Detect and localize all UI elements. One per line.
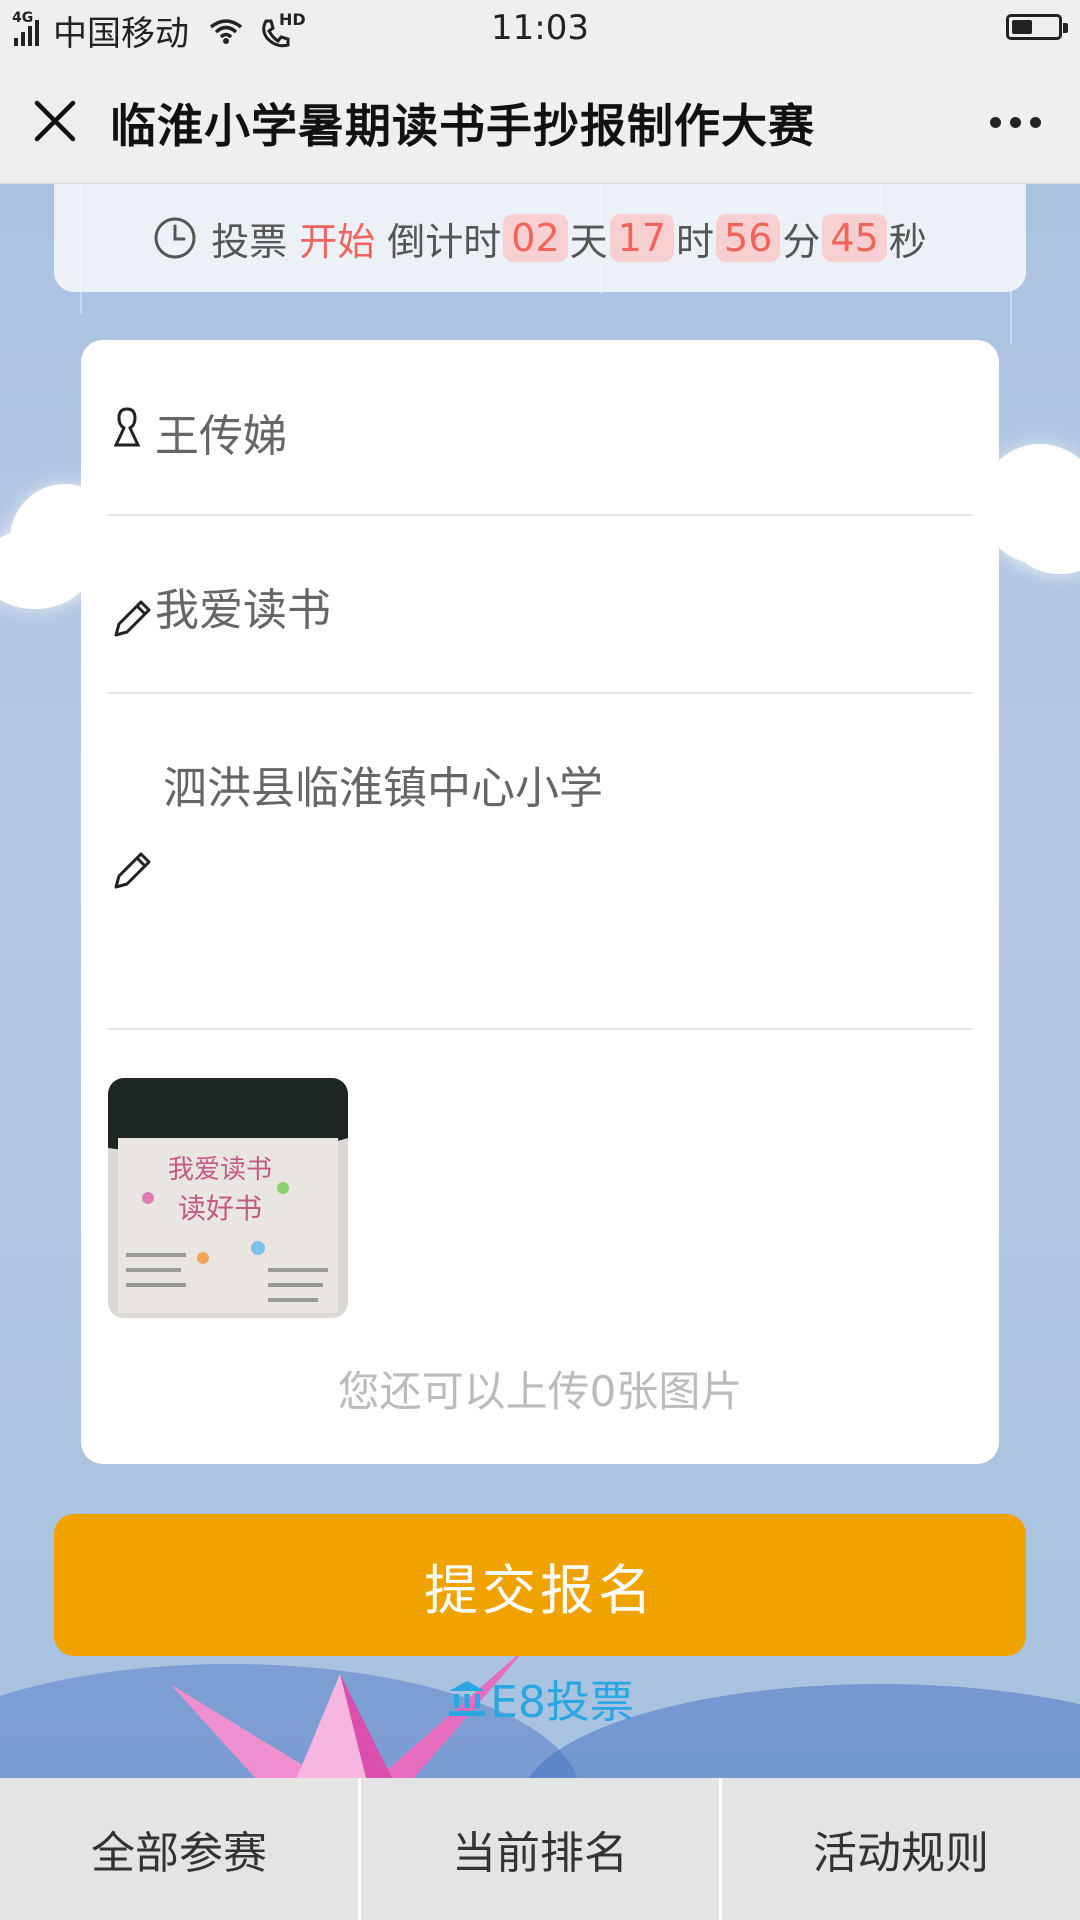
name-field-value: 王传娣 xyxy=(155,411,287,462)
pencil-icon xyxy=(114,600,151,637)
work-title-field[interactable]: 我爱读书 xyxy=(107,516,973,694)
countdown-minutes-unit: 分 xyxy=(782,219,821,264)
status-bar: 4G 中国移动 HD 11:03 xyxy=(0,0,1080,58)
person-icon xyxy=(113,407,141,447)
countdown-hours: 17 xyxy=(609,214,674,262)
battery-icon xyxy=(1006,14,1068,40)
page-title: 临淮小学暑期读书手抄报制作大赛 xyxy=(110,99,815,153)
submit-signup-button[interactable]: 提交报名 xyxy=(54,1514,1026,1656)
brand-link[interactable]: E8投票 xyxy=(0,1666,1080,1730)
countdown-hours-unit: 时 xyxy=(676,219,715,264)
bottom-tab-bar: 全部参赛 当前排名 活动规则 xyxy=(0,1778,1080,1920)
more-dot-icon xyxy=(1029,116,1041,128)
upload-hint: 您还可以上传0张图片 xyxy=(337,1367,743,1416)
pencil-icon xyxy=(114,852,151,889)
signup-form-card: 王传娣 我爱读书 泗洪县临淮镇中心小学 我爱读书 读好书 您还可以上传0张图片 xyxy=(81,340,999,1464)
more-dot-icon xyxy=(989,116,1001,128)
countdown-seconds-unit: 秒 xyxy=(888,219,927,264)
countdown-prefix: 投票 xyxy=(211,219,288,264)
brand-label: E8投票 xyxy=(490,1677,634,1728)
countdown-days: 02 xyxy=(503,214,568,262)
svg-text:读好书: 读好书 xyxy=(178,1192,262,1225)
title-bar: 临淮小学暑期读书手抄报制作大赛 xyxy=(0,58,1080,184)
countdown-days-unit: 天 xyxy=(569,219,608,264)
countdown-label: 倒计时 xyxy=(387,219,502,264)
svg-text:我爱读书: 我爱读书 xyxy=(168,1155,272,1185)
clock: 11:03 xyxy=(491,8,589,48)
tab-current-ranking[interactable]: 当前排名 xyxy=(361,1778,722,1920)
more-dot-icon xyxy=(1009,116,1021,128)
tab-activity-rules[interactable]: 活动规则 xyxy=(722,1778,1080,1920)
uploaded-image-thumbnail[interactable]: 我爱读书 读好书 xyxy=(108,1078,348,1318)
more-menu-button[interactable] xyxy=(980,94,1050,150)
handwritten-poster-image: 我爱读书 读好书 xyxy=(108,1078,348,1318)
countdown-minutes: 56 xyxy=(716,214,781,262)
vote-countdown: 投票 开始 倒计时 02 天 17 时 56 分 45 秒 xyxy=(54,184,1026,292)
bank-icon xyxy=(449,1681,486,1716)
countdown-seconds: 45 xyxy=(822,214,887,262)
tab-all-entries[interactable]: 全部参赛 xyxy=(0,1778,361,1920)
name-field[interactable]: 王传娣 xyxy=(107,340,973,516)
school-textarea[interactable]: 泗洪县临淮镇中心小学 xyxy=(107,694,973,1030)
close-icon xyxy=(34,100,76,142)
countdown-highlight: 开始 xyxy=(299,219,376,264)
battery-fill xyxy=(1012,20,1032,34)
work-title-value: 我爱读书 xyxy=(155,585,331,636)
close-button[interactable] xyxy=(22,88,88,154)
school-value: 泗洪县临淮镇中心小学 xyxy=(163,763,603,814)
clock-icon xyxy=(154,217,196,259)
